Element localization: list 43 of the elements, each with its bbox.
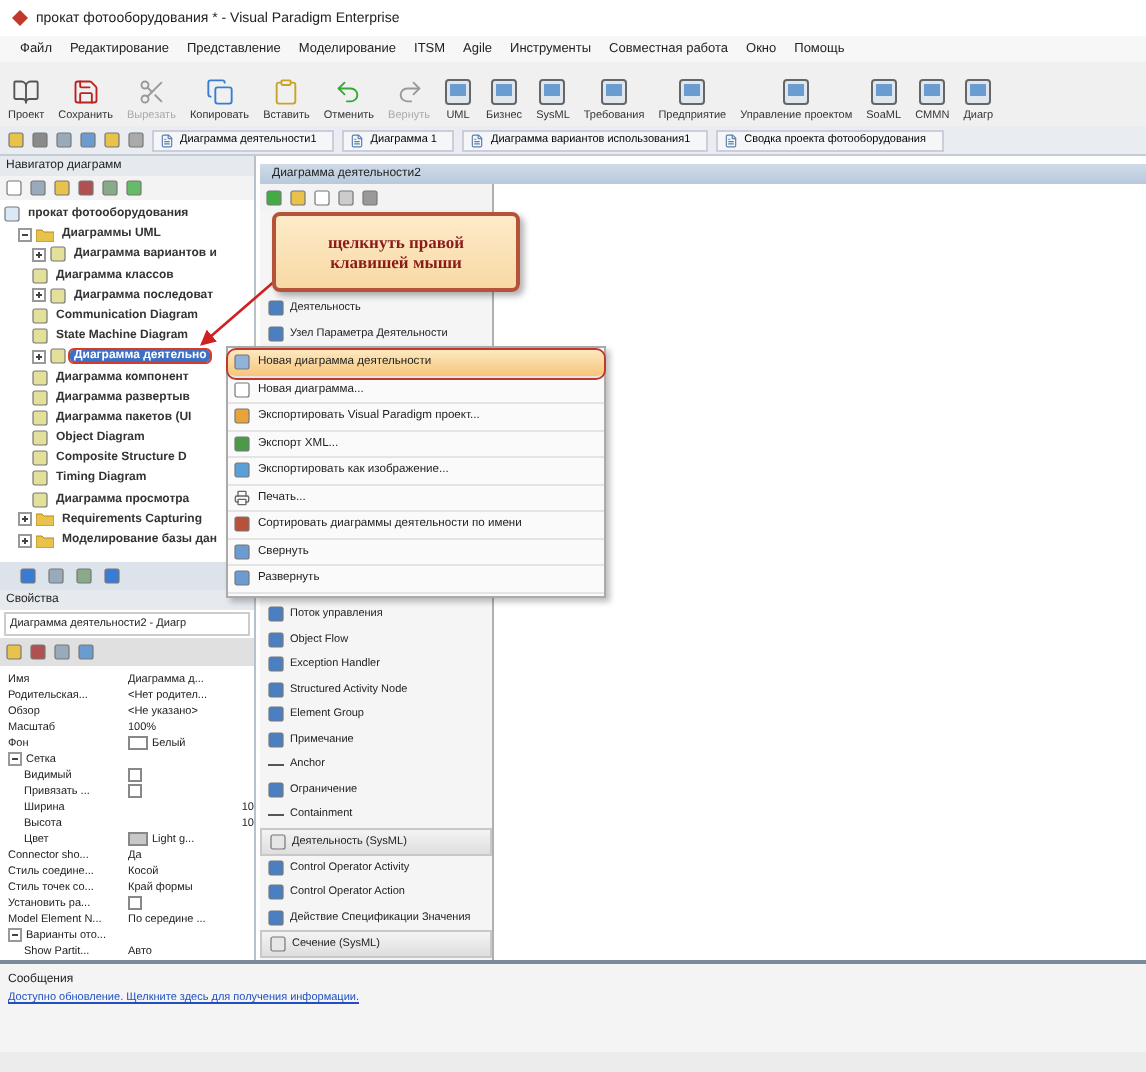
color-swatch[interactable] [128, 832, 148, 847]
project-icon [4, 206, 20, 222]
diagram-icon [964, 78, 993, 106]
scissors-icon [137, 78, 166, 106]
copy-icon [205, 78, 234, 106]
callout: щелкнуть правой клавишей мыши [272, 212, 520, 292]
save-icon [71, 78, 100, 106]
line-icon [268, 811, 284, 818]
expand-toggle[interactable] [18, 227, 32, 242]
document-icon [160, 133, 174, 147]
expand-toggle[interactable] [8, 752, 22, 767]
line-icon [268, 761, 284, 768]
clipboard-icon [272, 78, 301, 106]
checkbox[interactable] [128, 768, 142, 783]
redo-icon [395, 78, 424, 106]
diagram-icon [444, 78, 472, 106]
expand-toggle[interactable] [32, 247, 46, 262]
document-icon [724, 133, 739, 147]
diagram-icon [600, 78, 629, 106]
expand-toggle[interactable] [18, 533, 32, 547]
diagram-icon [538, 78, 567, 106]
document-icon [350, 133, 365, 147]
section-icon [270, 936, 286, 952]
expand-toggle[interactable] [32, 288, 46, 303]
diagram-icon [678, 78, 707, 106]
checkbox[interactable] [128, 784, 142, 799]
diagram-icon [918, 78, 947, 106]
diagram-icon [869, 78, 898, 106]
folder-icon [36, 227, 54, 242]
book-icon [12, 78, 41, 106]
checkbox[interactable] [128, 896, 142, 911]
undo-icon [334, 78, 363, 106]
app-logo-icon [12, 10, 28, 26]
color-swatch[interactable] [128, 736, 148, 751]
printer-icon [234, 489, 250, 506]
expand-toggle[interactable] [32, 349, 46, 364]
expand-toggle[interactable] [8, 928, 22, 943]
section-icon [270, 833, 286, 849]
diagram-icon [490, 78, 519, 106]
expand-toggle[interactable] [18, 512, 32, 527]
document-icon [470, 133, 485, 147]
element-icon [268, 781, 284, 798]
diagram-icon [782, 78, 811, 106]
